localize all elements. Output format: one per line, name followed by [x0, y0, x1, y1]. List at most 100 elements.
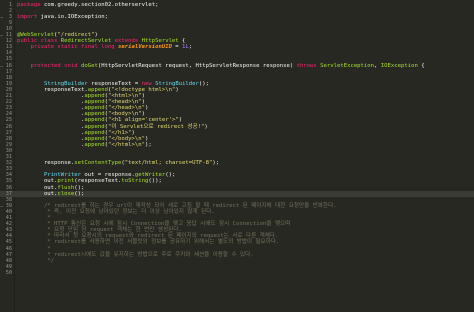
- code-token: RedirectServlet: [60, 38, 115, 45]
- code-token: ();: [74, 190, 85, 197]
- code-token: responseText.: [17, 86, 88, 93]
- code-token: );: [212, 160, 220, 167]
- code-token: ): [175, 86, 179, 93]
- code-token: .: [17, 123, 85, 130]
- code-token: "<h1 align='center'>": [107, 117, 179, 124]
- code-token: responseText =: [91, 80, 142, 87]
- code-token: "<head>\n": [107, 99, 142, 106]
- code-token: .: [17, 129, 85, 136]
- code-token: setContentType: [74, 160, 122, 167]
- code-token: .: [17, 135, 85, 142]
- code-token: );: [145, 141, 152, 148]
- code-token: append: [84, 99, 105, 106]
- code-token: com.greedy.section02.otherservlet;: [43, 1, 159, 8]
- code-token: .: [17, 117, 85, 124]
- code-token: PrintWriter: [43, 172, 85, 179]
- code-token: "</html>\n": [107, 141, 145, 148]
- code-token: HttpServlet: [141, 38, 183, 45]
- code-token: out.: [17, 184, 58, 191]
- code-token: IOException: [380, 62, 418, 69]
- code-token: ();: [165, 172, 176, 179]
- code-token: out.: [17, 178, 58, 185]
- code-token: StringBuilder: [155, 80, 199, 87]
- code-token: private static final long: [30, 44, 119, 51]
- code-token: ): [204, 123, 208, 130]
- code-token: ServletException: [320, 62, 375, 69]
- code-token: toString: [121, 178, 149, 185]
- code-line[interactable]: 50: [0, 270, 474, 276]
- code-token: "</h1>": [107, 129, 132, 136]
- code-token: print: [57, 178, 75, 185]
- code-token: ();: [198, 80, 210, 87]
- code-token: ());: [148, 178, 162, 185]
- code-token: ();: [74, 184, 85, 191]
- code-token: "/redirect": [57, 32, 95, 38]
- code-token: doGet: [81, 62, 98, 69]
- code-token: .: [17, 105, 85, 112]
- code-token: out = response.: [84, 172, 135, 179]
- code-token: =: [171, 44, 183, 51]
- code-token: ,: [374, 62, 381, 69]
- code-token: .: [17, 141, 85, 148]
- code-token: ): [145, 105, 149, 112]
- code-token: .: [17, 99, 85, 106]
- code-token: extends: [114, 38, 142, 45]
- code-token: ): [141, 93, 146, 99]
- code-token: /* redirect를 하는 경우 url이 재작성 되어 새로 고침 할 때…: [17, 202, 337, 209]
- code-token: new: [141, 80, 156, 87]
- code-token: serialVersionUID: [118, 44, 172, 51]
- code-token: ): [141, 99, 146, 106]
- code-token: * 즉, 이전 요청에 남아있던 정보는 더 이상 남아있지 않게 된다.: [17, 208, 215, 215]
- code-token: append: [87, 86, 108, 93]
- code-token: */: [17, 257, 55, 264]
- code-token: "이 Servlet으로 redirect 성공!": [107, 123, 205, 130]
- code-token: ): [178, 117, 183, 124]
- code-token: ): [145, 135, 149, 142]
- code-token: {: [417, 62, 425, 69]
- code-token: import: [17, 13, 41, 20]
- code-token: "text/html; charset=UTF-8": [124, 160, 213, 167]
- code-token: "<html>\n": [107, 93, 142, 99]
- code-token: flush: [57, 184, 75, 191]
- code-token: append: [84, 105, 105, 112]
- code-token: append: [84, 111, 105, 118]
- code-token: append: [84, 135, 105, 142]
- code-token: @WebServlet: [17, 32, 55, 38]
- code-token: "</head>\n": [107, 105, 145, 112]
- code-token: * redirect를 사용하면 이전 서블릿의 정보를 공유하기 위해서는 별…: [17, 239, 280, 246]
- code-token: StringBuilder: [43, 80, 92, 87]
- code-token: * redirect시에도 값을 유지하는 방법으로 주로 쿠키와 세션을 이용…: [17, 251, 254, 258]
- code-token: java.io.IOException;: [40, 13, 108, 20]
- code-token: ): [131, 129, 135, 136]
- code-token: getWriter: [134, 172, 166, 179]
- code-token: throws: [296, 62, 321, 69]
- code-token: append: [84, 93, 105, 99]
- code-token: "<body>\n": [107, 111, 142, 118]
- code-token: append: [84, 117, 105, 124]
- code-token: append: [84, 123, 105, 130]
- code-token: protected void: [30, 62, 82, 69]
- code-token: append: [84, 141, 105, 148]
- code-token: append: [84, 129, 105, 136]
- code-token: ;: [188, 44, 193, 51]
- code-token: (responseText.: [74, 178, 122, 185]
- code-token: response.: [17, 160, 75, 167]
- code-editor[interactable]: 1 package com.greedy.section02.otherservl…: [0, 0, 474, 312]
- line-number: 50: [5, 269, 12, 276]
- code-token: .: [17, 93, 85, 99]
- code-token: ): [141, 111, 146, 118]
- code-token: "<!doctype html>\n": [111, 86, 176, 93]
- code-token: *: [17, 245, 51, 252]
- code-token: {: [182, 38, 186, 45]
- code-token: (HttpServletRequest request, HttpServlet…: [97, 62, 297, 69]
- code-token: public class: [17, 38, 61, 45]
- code-token: package: [17, 1, 44, 8]
- code-token: close: [57, 190, 75, 197]
- code-token: "</body>\n": [107, 135, 145, 142]
- code-token: 1L: [182, 44, 189, 51]
- code-token: ): [94, 32, 98, 38]
